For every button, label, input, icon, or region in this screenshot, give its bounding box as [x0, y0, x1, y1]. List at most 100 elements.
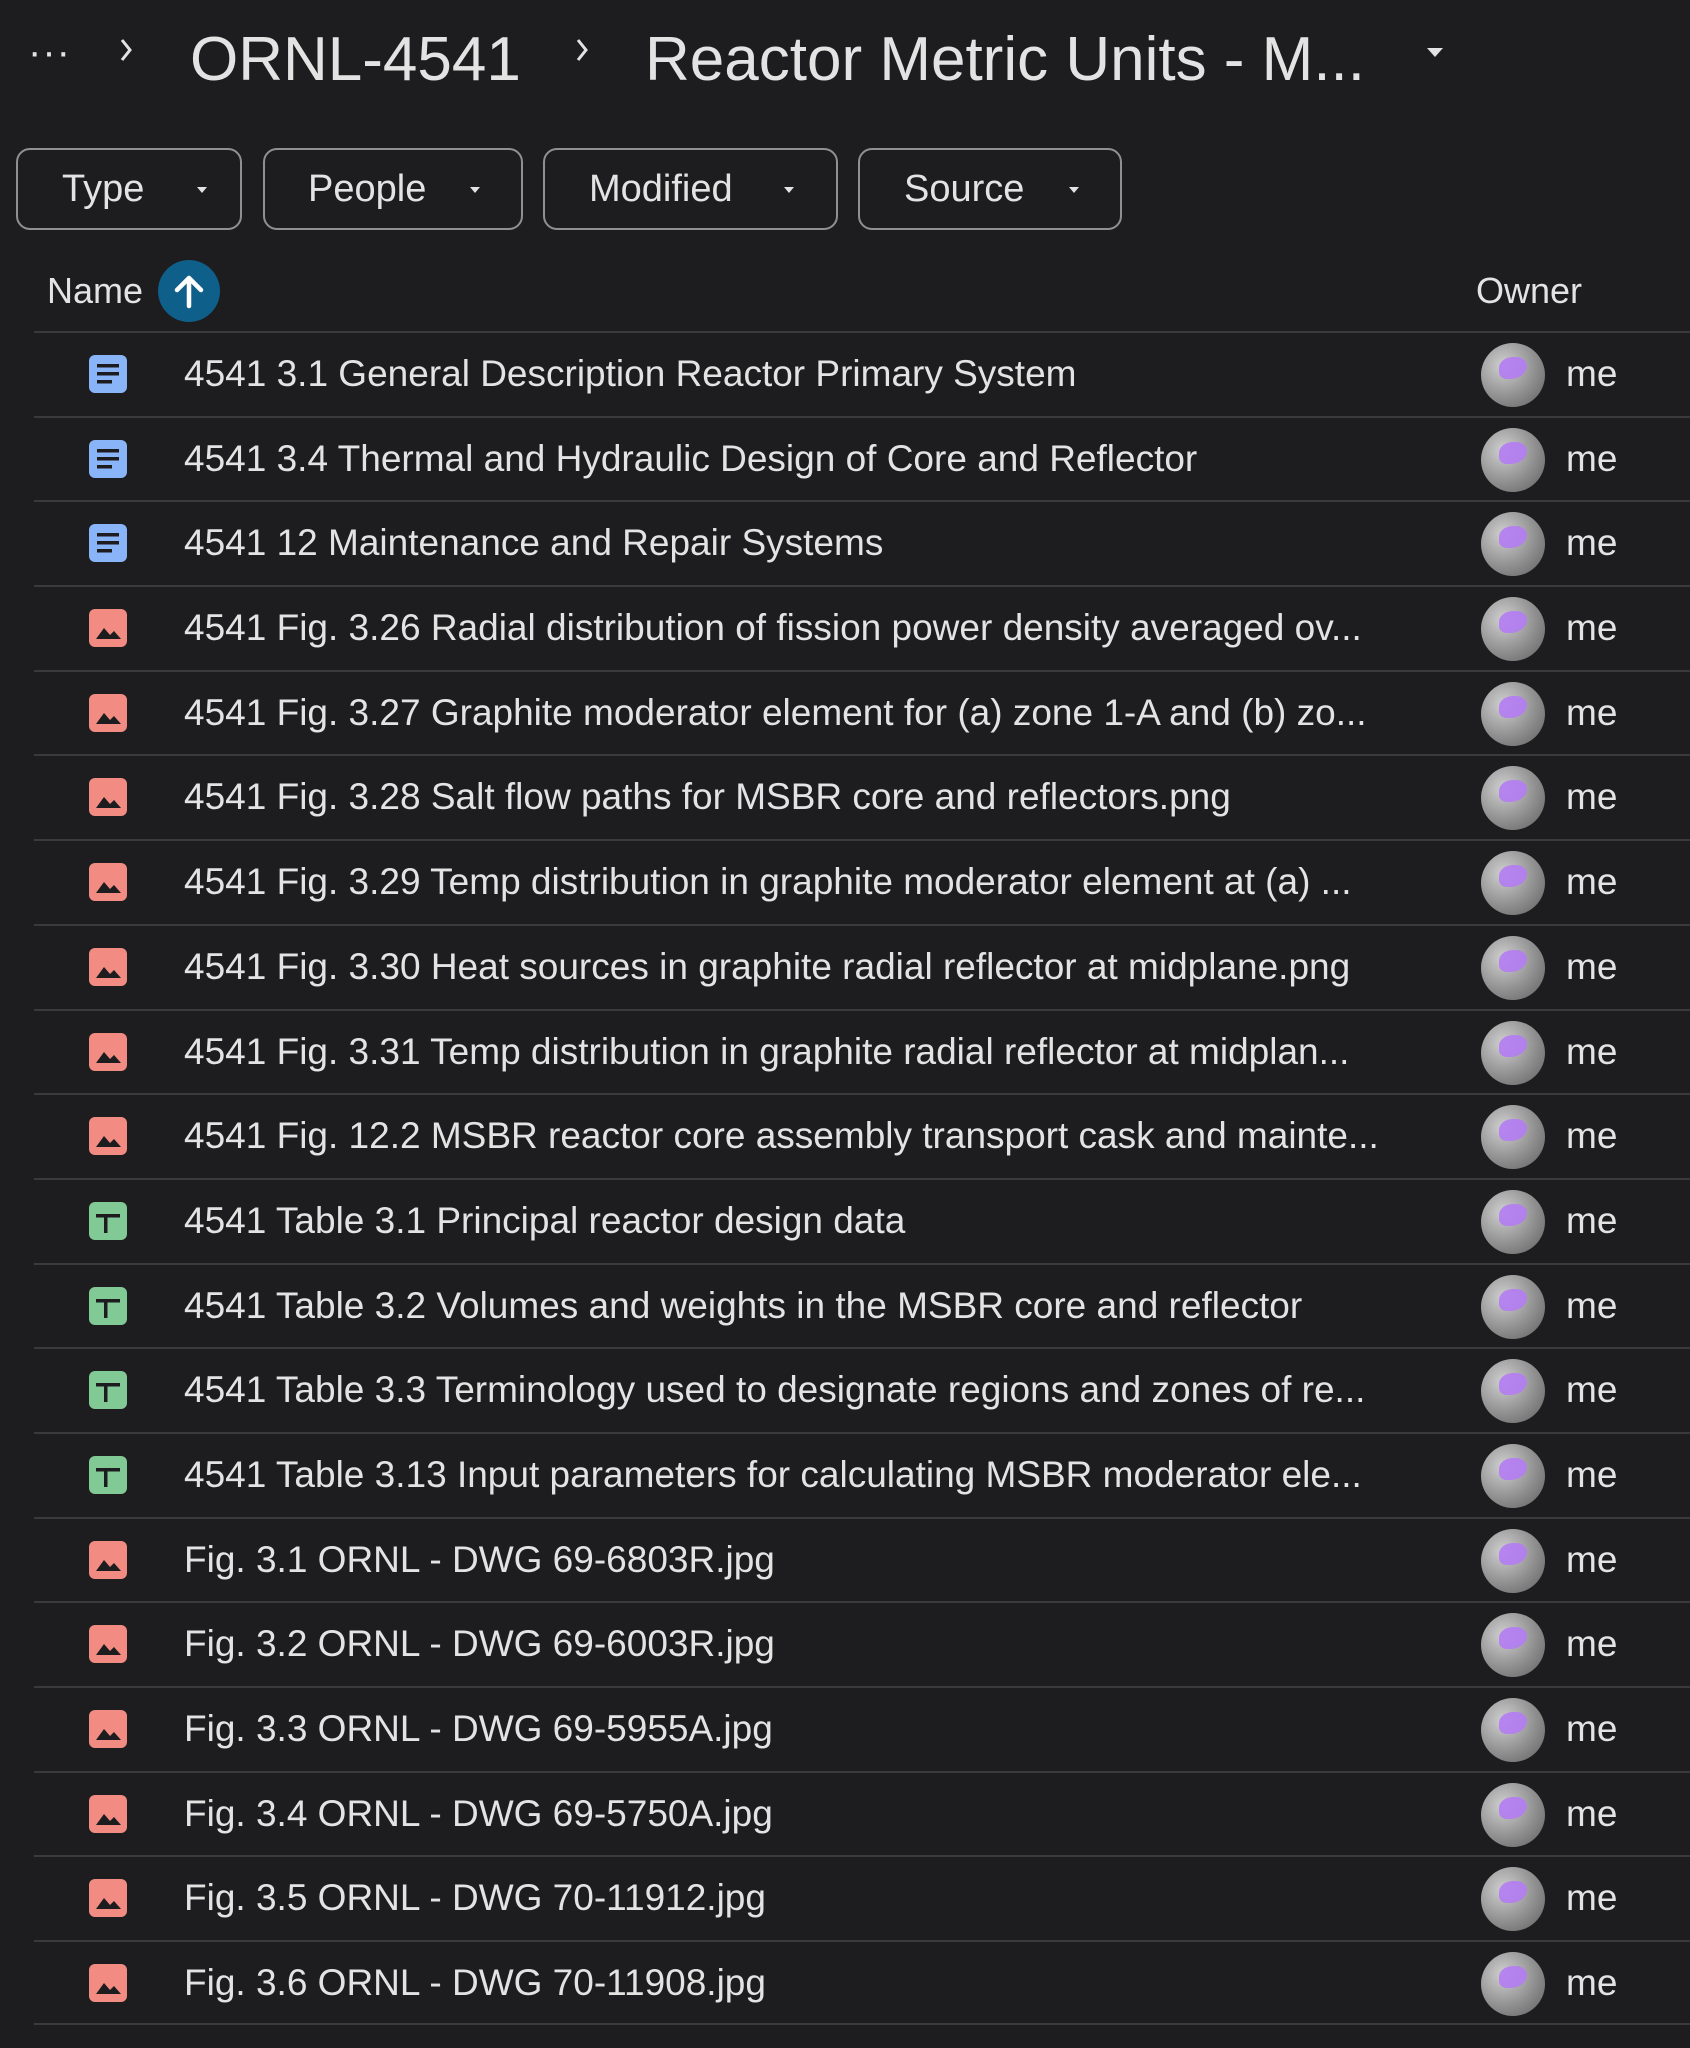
spreadsheet-icon — [87, 1454, 129, 1496]
filter-modified-chip[interactable]: Modified — [543, 148, 838, 230]
owner-name: me — [1566, 1623, 1618, 1665]
owner-name: me — [1566, 607, 1618, 649]
image-icon — [87, 607, 129, 649]
document-icon — [87, 438, 129, 480]
file-row[interactable]: 4541 3.4 Thermal and Hydraulic Design of… — [34, 415, 1690, 501]
dropdown-arrow-icon — [470, 187, 480, 193]
file-name: Fig. 3.3 ORNL - DWG 69-5955A.jpg — [184, 1708, 773, 1749]
dropdown-arrow-icon — [784, 187, 794, 193]
filter-type-label: Type — [62, 167, 145, 210]
image-icon — [87, 692, 129, 734]
filter-people-label: People — [308, 167, 427, 210]
file-row[interactable]: Fig. 3.5 ORNL - DWG 70-11912.jpg me — [34, 1855, 1690, 1940]
file-name: 4541 Fig. 3.29 Temp distribution in grap… — [184, 861, 1352, 903]
owner-avatar — [1481, 1020, 1545, 1085]
owner-name: me — [1566, 945, 1618, 987]
owner-avatar — [1481, 1359, 1545, 1424]
filter-source-label: Source — [904, 167, 1025, 210]
owner-avatar — [1481, 851, 1545, 916]
file-row[interactable]: Fig. 3.2 ORNL - DWG 69-6003R.jpg me — [34, 1601, 1690, 1686]
owner-avatar — [1481, 935, 1545, 1000]
column-header-owner[interactable]: Owner — [1476, 268, 1582, 314]
more-path-button[interactable]: ··· — [28, 30, 71, 75]
file-name: 4541 Table 3.13 Input parameters for cal… — [184, 1453, 1362, 1495]
image-icon — [87, 861, 129, 903]
owner-avatar — [1481, 512, 1545, 577]
file-name: 4541 Table 3.1 Principal reactor design … — [184, 1199, 906, 1241]
image-icon — [87, 1623, 129, 1665]
file-row[interactable]: 4541 Fig. 12.2 MSBR reactor core assembl… — [34, 1093, 1690, 1178]
spreadsheet-icon — [87, 1369, 129, 1411]
document-icon — [87, 353, 129, 395]
chevron-right-icon — [112, 30, 142, 70]
owner-name: me — [1566, 1792, 1618, 1834]
arrow-up-icon — [174, 275, 204, 309]
image-icon — [87, 1539, 129, 1581]
file-row[interactable]: 4541 Fig. 3.31 Temp distribution in grap… — [34, 1008, 1690, 1094]
image-icon — [87, 1793, 129, 1835]
file-row[interactable]: 4541 Fig. 3.26 Radial distribution of fi… — [34, 585, 1690, 670]
chevron-right-icon — [568, 30, 598, 70]
owner-name: me — [1566, 522, 1618, 564]
owner-name: me — [1566, 1708, 1618, 1749]
image-icon — [87, 1962, 129, 2004]
owner-name: me — [1566, 1538, 1618, 1580]
image-icon — [87, 1708, 129, 1750]
owner-name: me — [1566, 861, 1618, 903]
file-row[interactable]: 4541 Fig. 3.29 Temp distribution in grap… — [34, 839, 1690, 924]
owner-avatar — [1481, 343, 1545, 407]
image-icon — [87, 1877, 129, 1919]
owner-name: me — [1566, 1199, 1618, 1241]
file-row[interactable]: 4541 Table 3.1 Principal reactor design … — [34, 1177, 1690, 1263]
filter-people-chip[interactable]: People — [263, 148, 523, 230]
document-icon — [87, 522, 129, 564]
sort-ascending-button[interactable] — [158, 260, 220, 322]
file-name: 4541 Fig. 3.26 Radial distribution of fi… — [184, 607, 1362, 649]
file-row[interactable]: 4541 3.1 General Description Reactor Pri… — [34, 331, 1690, 416]
file-row[interactable]: Fig. 3.4 ORNL - DWG 69-5750A.jpg me — [34, 1770, 1690, 1856]
owner-avatar — [1481, 1189, 1545, 1254]
owner-name: me — [1566, 1369, 1618, 1411]
filter-modified-label: Modified — [589, 167, 733, 210]
file-name: 4541 Table 3.2 Volumes and weights in th… — [184, 1284, 1303, 1326]
image-icon — [87, 1031, 129, 1073]
breadcrumb-item-parent[interactable]: ORNL-4541 — [190, 22, 521, 98]
file-name: 4541 Fig. 3.30 Heat sources in graphite … — [184, 945, 1351, 987]
file-row[interactable]: 4541 Fig. 3.30 Heat sources in graphite … — [34, 923, 1690, 1009]
file-name: 4541 Fig. 3.28 Salt flow paths for MSBR … — [184, 776, 1231, 818]
owner-avatar — [1481, 681, 1545, 746]
owner-name: me — [1566, 1877, 1618, 1919]
file-row[interactable]: Fig. 3.1 ORNL - DWG 69-6803R.jpg me — [34, 1516, 1690, 1602]
filter-source-chip[interactable]: Source — [858, 148, 1122, 230]
image-icon — [87, 1115, 129, 1157]
owner-name: me — [1566, 1453, 1618, 1495]
file-row[interactable]: 4541 Table 3.2 Volumes and weights in th… — [34, 1262, 1690, 1348]
file-name: Fig. 3.5 ORNL - DWG 70-11912.jpg — [184, 1877, 766, 1919]
file-row[interactable]: Fig. 3.6 ORNL - DWG 70-11908.jpg me — [34, 1940, 1690, 2025]
breadcrumb: ··· ORNL-4541 Reactor Metric Units - M..… — [0, 0, 1690, 120]
owner-avatar — [1481, 1782, 1545, 1847]
file-row[interactable]: 4541 12 Maintenance and Repair Systems m… — [34, 500, 1690, 585]
file-list: 4541 3.1 General Description Reactor Pri… — [34, 331, 1690, 2025]
file-row[interactable]: Fig. 3.3 ORNL - DWG 69-5955A.jpg me — [34, 1686, 1690, 1771]
folder-actions-dropdown-icon[interactable] — [1420, 40, 1450, 64]
file-name: Fig. 3.4 ORNL - DWG 69-5750A.jpg — [184, 1792, 773, 1834]
column-header-name[interactable]: Name — [47, 268, 143, 314]
filter-type-chip[interactable]: Type — [16, 148, 242, 230]
file-name: 4541 3.1 General Description Reactor Pri… — [184, 353, 1077, 394]
owner-name: me — [1566, 437, 1618, 479]
owner-avatar — [1481, 1698, 1545, 1762]
owner-avatar — [1481, 1528, 1545, 1593]
owner-avatar — [1481, 1443, 1545, 1508]
owner-name: me — [1566, 776, 1618, 818]
breadcrumb-item-current[interactable]: Reactor Metric Units - M... — [645, 22, 1365, 98]
owner-avatar — [1481, 597, 1545, 662]
file-row[interactable]: 4541 Table 3.13 Input parameters for cal… — [34, 1431, 1690, 1517]
owner-avatar — [1481, 1105, 1545, 1170]
owner-name: me — [1566, 1115, 1618, 1157]
file-row[interactable]: 4541 Fig. 3.28 Salt flow paths for MSBR … — [34, 754, 1690, 839]
file-row[interactable]: 4541 Table 3.3 Terminology used to desig… — [34, 1347, 1690, 1432]
file-row[interactable]: 4541 Fig. 3.27 Graphite moderator elemen… — [34, 669, 1690, 755]
spreadsheet-icon — [87, 1200, 129, 1242]
owner-avatar — [1481, 427, 1545, 492]
